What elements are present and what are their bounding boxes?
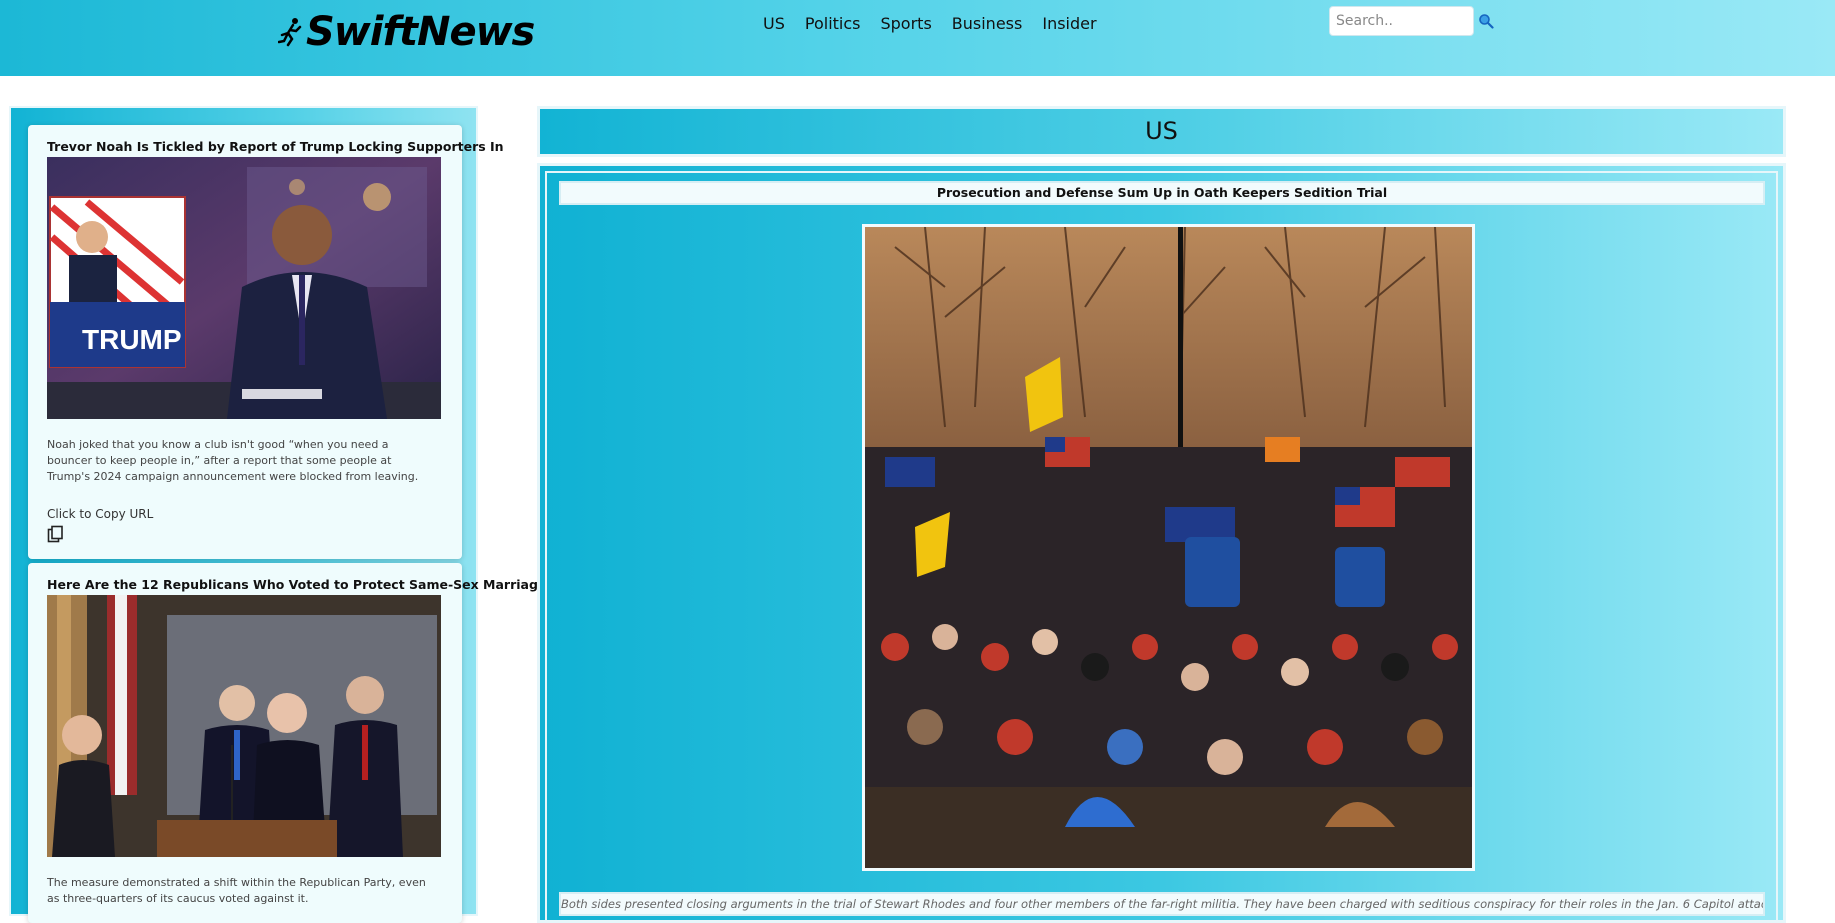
search-input[interactable] xyxy=(1329,6,1474,36)
nav-us[interactable]: US xyxy=(753,12,795,36)
copy-icon[interactable] xyxy=(47,525,65,543)
nav-sports[interactable]: Sports xyxy=(870,12,941,36)
article-frame: Prosecution and Defense Sum Up in Oath K… xyxy=(545,171,1778,920)
card-image[interactable]: TRUMP xyxy=(47,157,441,419)
card-description: The measure demonstrated a shift within … xyxy=(47,876,426,905)
search-icon[interactable] xyxy=(1478,13,1494,29)
article-caption: Both sides presented closing arguments i… xyxy=(559,892,1765,916)
card-title[interactable]: Trevor Noah Is Tickled by Report of Trum… xyxy=(47,139,504,154)
sidebar-card[interactable]: Trevor Noah Is Tickled by Report of Trum… xyxy=(28,125,504,559)
site-header: SwiftNews US Politics Sports Business In… xyxy=(0,0,1835,76)
runner-logo-icon xyxy=(278,18,302,47)
site-logo[interactable]: SwiftNews xyxy=(278,8,535,56)
copy-url-label[interactable]: Click to Copy URL xyxy=(47,507,153,521)
trump-sign-text: TRUMP xyxy=(82,324,182,355)
sidebar-card[interactable]: Here Are the 12 Republicans Who Voted to… xyxy=(28,563,546,923)
sidebar: Trevor Noah Is Tickled by Report of Trum… xyxy=(9,106,546,923)
section-header: US xyxy=(537,106,1786,157)
nav-business[interactable]: Business xyxy=(942,12,1033,36)
card-image[interactable] xyxy=(47,595,441,857)
section-title: US xyxy=(1145,117,1178,145)
card-title[interactable]: Here Are the 12 Republicans Who Voted to… xyxy=(47,577,546,592)
article-image[interactable] xyxy=(862,224,1475,871)
main-nav: US Politics Sports Business Insider xyxy=(753,12,1107,36)
featured-article: Prosecution and Defense Sum Up in Oath K… xyxy=(537,163,1786,923)
article-title[interactable]: Prosecution and Defense Sum Up in Oath K… xyxy=(559,181,1765,205)
logo-text: SwiftNews xyxy=(306,9,535,55)
nav-insider[interactable]: Insider xyxy=(1032,12,1106,36)
card-description: Noah joked that you know a club isn't go… xyxy=(47,438,419,483)
nav-politics[interactable]: Politics xyxy=(795,12,871,36)
